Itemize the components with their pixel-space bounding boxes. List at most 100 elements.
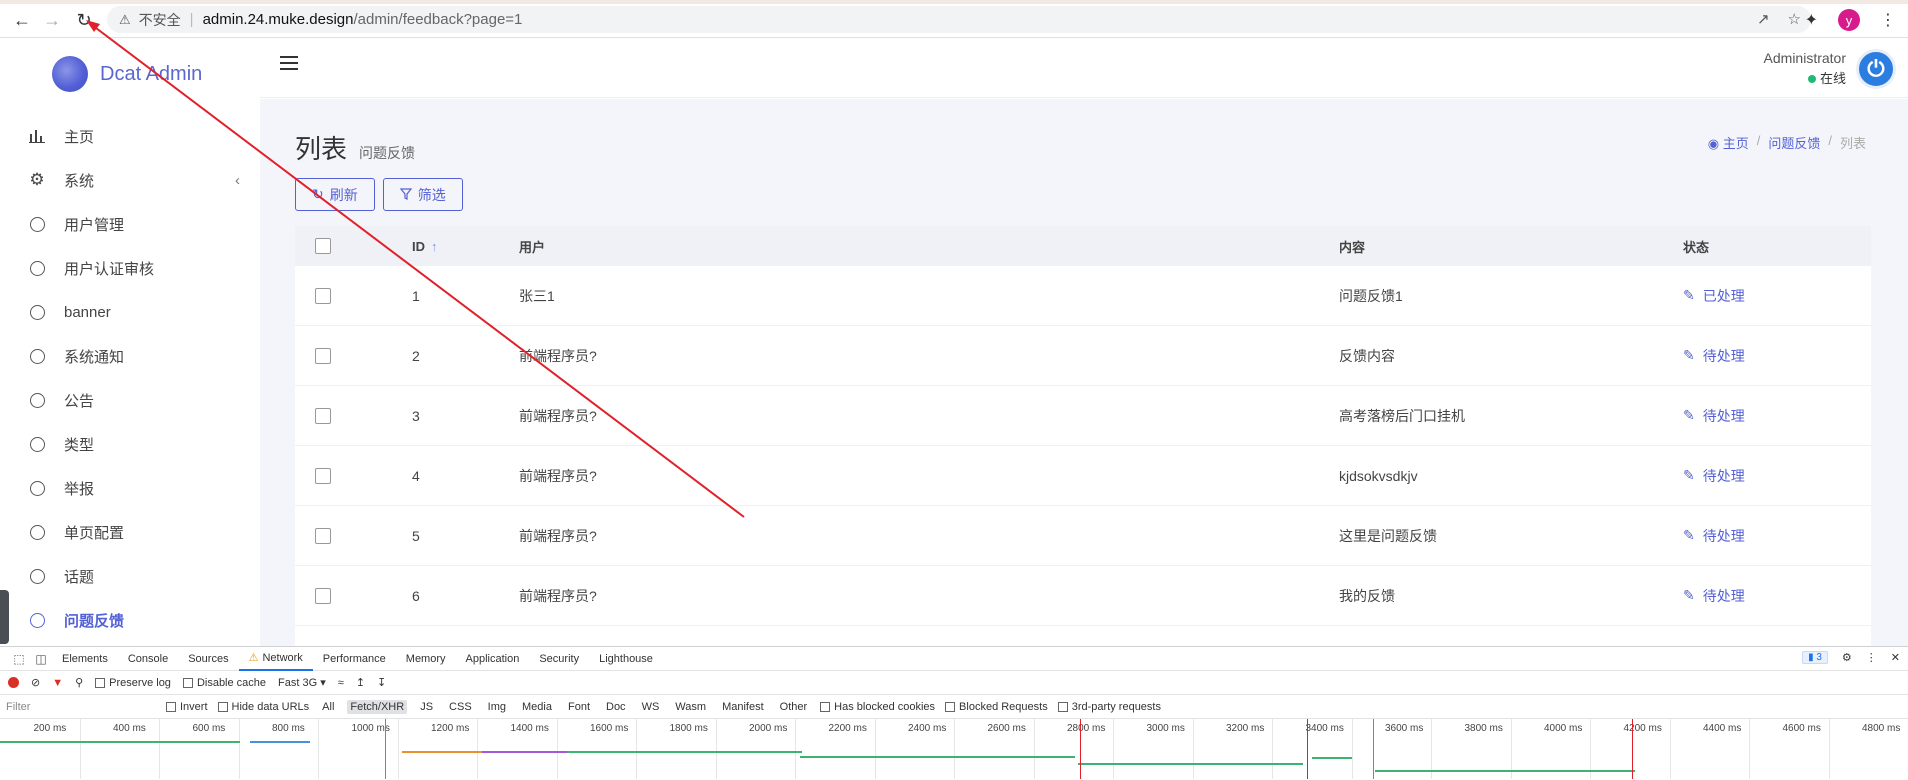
tab-security[interactable]: Security: [529, 647, 589, 671]
type-ws[interactable]: WS: [639, 700, 663, 714]
search-icon[interactable]: ⚲: [75, 676, 83, 689]
tab-console[interactable]: Console: [118, 647, 178, 671]
sidebar-item-label: 系统通知: [64, 348, 125, 366]
more-options-icon[interactable]: ⋮: [1866, 651, 1877, 664]
share-icon[interactable]: ↗: [1757, 10, 1770, 28]
cell-user: 前端程序员?: [519, 467, 597, 484]
breadcrumb-feedback[interactable]: 问题反馈: [1768, 133, 1820, 152]
issues-badge[interactable]: ▮ 3: [1802, 651, 1828, 664]
device-toolbar-icon[interactable]: ◫: [30, 652, 52, 666]
sidebar-item-types[interactable]: 类型: [0, 422, 260, 466]
type-all[interactable]: All: [319, 700, 337, 714]
sidebar-item-banner[interactable]: banner: [0, 290, 260, 334]
type-wasm[interactable]: Wasm: [672, 700, 709, 714]
gear-icon[interactable]: ⚙: [1842, 651, 1852, 664]
forward-arrow-icon[interactable]: →: [42, 10, 62, 30]
tab-sources[interactable]: Sources: [178, 647, 238, 671]
download-icon[interactable]: ↧: [377, 676, 386, 689]
disable-cache-checkbox[interactable]: Disable cache: [182, 677, 266, 689]
address-bar[interactable]: ⚠ 不安全 | admin.24.muke.design /admin/feed…: [107, 6, 1811, 33]
sidebar-item-feedback[interactable]: 问题反馈: [0, 598, 260, 642]
sidebar-item-label: 话题: [64, 568, 95, 586]
avatar[interactable]: ⏻: [1856, 49, 1896, 89]
status-edit-link[interactable]: ✎ 已处理: [1683, 286, 1871, 306]
sidebar-item-single-page[interactable]: 单页配置: [0, 510, 260, 554]
type-media[interactable]: Media: [519, 700, 555, 714]
clear-icon[interactable]: ⊘: [31, 676, 40, 689]
wifi-icon[interactable]: ≈: [338, 677, 344, 689]
row-checkbox[interactable]: [315, 287, 331, 304]
third-party-checkbox[interactable]: 3rd-party requests: [1057, 701, 1161, 713]
status-edit-link[interactable]: ✎ 待处理: [1683, 466, 1871, 486]
type-js[interactable]: JS: [417, 700, 436, 714]
tab-memory[interactable]: Memory: [396, 647, 456, 671]
side-panel-handle[interactable]: [0, 590, 9, 644]
row-checkbox[interactable]: [315, 347, 331, 364]
sidebar-item-system[interactable]: ⚙ 系统 ‹: [0, 158, 260, 202]
preserve-log-checkbox[interactable]: Preserve log: [95, 677, 171, 689]
chevron-left-icon[interactable]: ‹: [235, 172, 240, 189]
address-separator: |: [189, 11, 194, 28]
sidebar-item-notifications[interactable]: 系统通知: [0, 334, 260, 378]
sidebar-item-announcements[interactable]: 公告: [0, 378, 260, 422]
hide-data-urls-checkbox[interactable]: Hide data URLs: [217, 701, 309, 713]
status-edit-link[interactable]: ✎ 待处理: [1683, 406, 1871, 426]
tab-elements[interactable]: Elements: [52, 647, 118, 671]
record-icon[interactable]: [8, 677, 19, 688]
sort-arrow-icon[interactable]: ↑: [431, 239, 438, 254]
timeline-gridline: [1749, 719, 1750, 779]
tab-performance[interactable]: Performance: [313, 647, 396, 671]
network-timeline[interactable]: 200 ms 400 ms 600 ms 800 ms 1000 ms 1200 ms 14…: [0, 719, 1908, 779]
status-edit-link[interactable]: ✎ 待处理: [1683, 586, 1871, 606]
inspect-element-icon[interactable]: ⬚: [8, 652, 30, 666]
invert-checkbox[interactable]: Invert: [166, 701, 208, 713]
filter-funnel-icon[interactable]: ▼: [52, 677, 63, 689]
throttling-select[interactable]: Fast 3G ▾: [278, 676, 326, 689]
refresh-button[interactable]: ↻ 刷新: [295, 178, 375, 211]
sidebar-item-user-verification[interactable]: 用户认证审核: [0, 246, 260, 290]
tab-application[interactable]: Application: [456, 647, 530, 671]
hamburger-menu-icon[interactable]: [280, 56, 298, 70]
user-info[interactable]: Administrator 在线: [1764, 50, 1846, 87]
reload-icon[interactable]: ↻: [74, 10, 94, 30]
type-fetch-xhr[interactable]: Fetch/XHR: [347, 699, 408, 714]
type-img[interactable]: Img: [485, 700, 509, 714]
select-all-checkbox[interactable]: [315, 238, 331, 254]
sidebar-item-users[interactable]: 用户管理: [0, 202, 260, 246]
filter-input[interactable]: Filter: [6, 701, 156, 713]
upload-icon[interactable]: ↥: [356, 676, 365, 689]
extensions-puzzle-icon[interactable]: ✦: [1805, 10, 1818, 30]
type-manifest[interactable]: Manifest: [719, 700, 767, 714]
timeline-gridline: [636, 719, 637, 779]
has-blocked-cookies-checkbox[interactable]: Has blocked cookies: [820, 701, 935, 713]
tab-lighthouse[interactable]: Lighthouse: [589, 647, 663, 671]
logo-icon: [52, 56, 88, 92]
row-checkbox[interactable]: [315, 527, 331, 544]
status-edit-link[interactable]: ✎ 待处理: [1683, 526, 1871, 546]
column-id[interactable]: ID ↑: [412, 239, 519, 254]
close-icon[interactable]: ✕: [1891, 651, 1900, 664]
back-arrow-icon[interactable]: ←: [12, 10, 32, 30]
sidebar-item-home[interactable]: 主页: [0, 114, 260, 158]
sidebar-item-reports[interactable]: 举报: [0, 466, 260, 510]
type-other[interactable]: Other: [777, 700, 811, 714]
tab-network[interactable]: ⚠ Network: [238, 647, 313, 671]
browser-menu-icon[interactable]: ⋮: [1880, 10, 1896, 30]
profile-avatar[interactable]: y: [1838, 9, 1860, 31]
blocked-requests-checkbox[interactable]: Blocked Requests: [945, 701, 1048, 713]
sidebar-item-label: 主页: [64, 128, 95, 146]
row-checkbox[interactable]: [315, 467, 331, 484]
timeline-gridline: [477, 719, 478, 779]
status-edit-link[interactable]: ✎ 待处理: [1683, 346, 1871, 366]
type-css[interactable]: CSS: [446, 700, 475, 714]
row-checkbox[interactable]: [315, 407, 331, 424]
type-doc[interactable]: Doc: [603, 700, 629, 714]
filter-button[interactable]: 筛选: [382, 178, 463, 211]
brand[interactable]: Dcat Admin: [52, 56, 202, 92]
sidebar-item-topics[interactable]: 话题: [0, 554, 260, 598]
bookmark-star-icon[interactable]: ☆: [1788, 10, 1801, 28]
breadcrumb-home[interactable]: ◉ 主页: [1708, 133, 1749, 152]
row-checkbox[interactable]: [315, 587, 331, 604]
cell-content: 反馈内容: [1339, 347, 1395, 364]
type-font[interactable]: Font: [565, 700, 593, 714]
